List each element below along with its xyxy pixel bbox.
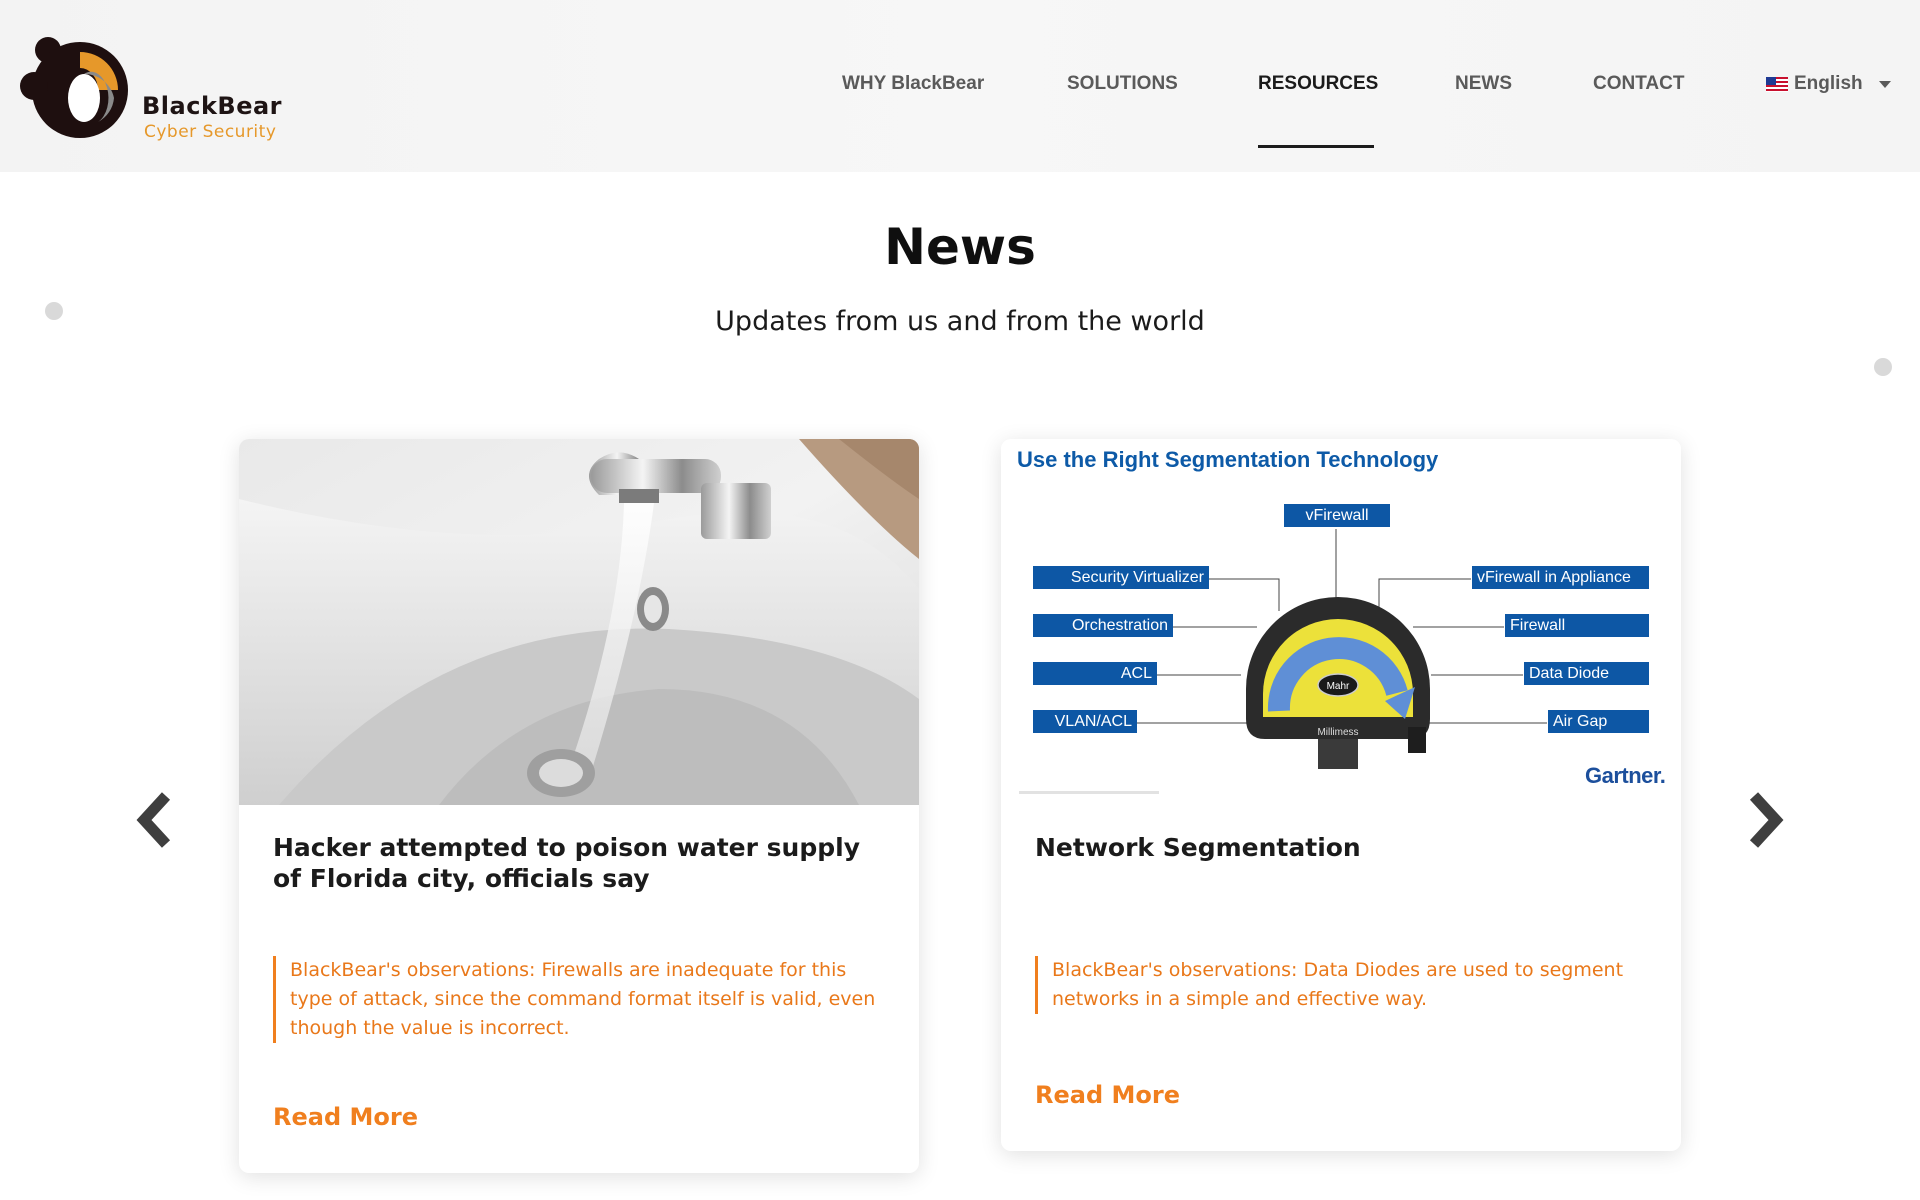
page-subtitle: Updates from us and from the world	[715, 306, 1205, 337]
nav-item-why-blackbear[interactable]: WHY BlackBear	[842, 73, 984, 95]
main-nav: WHY BlackBear SOLUTIONS RESOURCES NEWS C…	[0, 73, 1920, 103]
gartner-logo: Gartner.	[1585, 763, 1666, 788]
diagram-label-right: vFirewall in Appliance	[1472, 566, 1649, 589]
faucet-sink-image	[239, 439, 919, 805]
news-card: Use the Right Segmentation Technology Ma…	[1001, 439, 1681, 1151]
diagram-label-left: Orchestration	[1033, 614, 1173, 637]
logo-tagline: Cyber Security	[144, 122, 277, 142]
us-flag-icon	[1766, 76, 1788, 92]
diagram-label-right: Data Diode	[1524, 662, 1649, 685]
site-header: BlackBear Cyber Security WHY BlackBear S…	[0, 0, 1920, 172]
language-selector[interactable]: English	[1766, 73, 1891, 95]
diagram-label-left: ACL	[1033, 662, 1157, 685]
diagram-label-top: vFirewall	[1284, 504, 1390, 527]
card-image-segmentation-diagram[interactable]: Use the Right Segmentation Technology Ma…	[1001, 439, 1681, 805]
carousel-prev-arrow-icon[interactable]	[132, 790, 178, 850]
gauge-brand: Mahr	[1327, 681, 1350, 692]
diagram-label-right: Firewall	[1505, 614, 1649, 637]
nav-item-contact[interactable]: CONTACT	[1593, 73, 1684, 95]
read-more-link[interactable]: Read More	[1035, 1081, 1180, 1109]
diagram-label-left: VLAN/ACL	[1033, 710, 1137, 733]
active-nav-underline	[1258, 145, 1374, 148]
read-more-link[interactable]: Read More	[273, 1103, 418, 1131]
nav-item-solutions[interactable]: SOLUTIONS	[1067, 73, 1178, 95]
card-title[interactable]: Network Segmentation	[1035, 832, 1655, 863]
language-label: English	[1794, 73, 1863, 94]
decorative-dot	[45, 302, 63, 320]
card-title[interactable]: Hacker attempted to poison water supply …	[273, 832, 893, 894]
diagram-label-left: Security Virtualizer	[1033, 566, 1209, 589]
card-excerpt: BlackBear's observations: Data Diodes ar…	[1035, 956, 1655, 1014]
news-card: Hacker attempted to poison water supply …	[239, 439, 919, 1173]
diagram-label-right: Air Gap	[1548, 710, 1649, 733]
carousel-next-arrow-icon[interactable]	[1742, 790, 1788, 850]
card-image-faucet[interactable]	[239, 439, 919, 805]
chevron-down-icon	[1878, 80, 1891, 88]
decorative-dot	[1874, 358, 1892, 376]
page-title: News	[884, 218, 1036, 276]
gauge-label: Millimess	[1317, 727, 1358, 738]
nav-item-news[interactable]: NEWS	[1455, 73, 1512, 95]
card-excerpt: BlackBear's observations: Firewalls are …	[273, 956, 893, 1043]
nav-item-resources[interactable]: RESOURCES	[1258, 73, 1378, 95]
